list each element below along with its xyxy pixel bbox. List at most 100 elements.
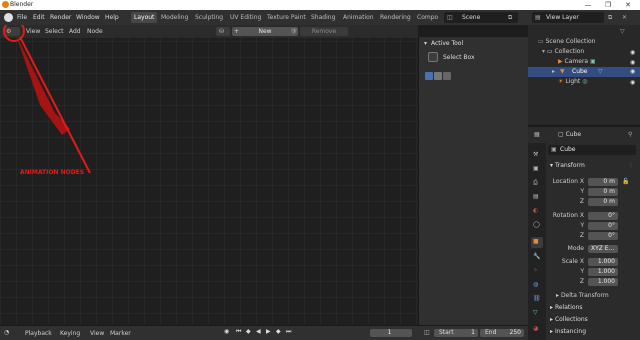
menu-view[interactable]: View bbox=[90, 327, 104, 340]
record-icon[interactable]: ◉ bbox=[224, 328, 229, 335]
jump-start-icon[interactable]: ⏮ bbox=[236, 328, 241, 336]
menu-file[interactable]: File bbox=[17, 10, 27, 25]
current-frame-field[interactable]: 1 bbox=[370, 329, 412, 337]
rotation-y-field[interactable]: 0° bbox=[588, 222, 618, 230]
menu-playback[interactable]: Playback bbox=[25, 327, 52, 340]
rotation-x-field[interactable]: 0° bbox=[588, 212, 618, 220]
material-tab-icon[interactable]: ◕ bbox=[533, 325, 538, 332]
visibility-eye-icon[interactable]: ◉ bbox=[630, 49, 635, 56]
scene-icon: ◫ bbox=[447, 14, 453, 21]
light-icon: ☀ bbox=[558, 78, 564, 85]
menu-keying[interactable]: Keying bbox=[60, 327, 80, 340]
world-tab-icon[interactable]: ◯ bbox=[533, 221, 540, 228]
remove-icon[interactable]: ✕ bbox=[622, 12, 627, 23]
output-tab-icon[interactable]: ⎙ bbox=[533, 179, 538, 187]
outliner-item-collection[interactable]: ▾ ▭ Collection bbox=[542, 47, 638, 57]
relations-panel-header[interactable]: ▸ Relations bbox=[550, 304, 583, 311]
visibility-eye-icon[interactable]: ◉ bbox=[630, 79, 635, 86]
tab-uv-editing[interactable]: UV Editing bbox=[230, 12, 261, 23]
transform-panel-header[interactable]: ▾ Transform bbox=[550, 162, 585, 169]
scale-z-field[interactable]: 1.000 bbox=[588, 278, 618, 286]
rotation-z-field[interactable]: 0° bbox=[588, 232, 618, 240]
jump-end-icon[interactable]: ⏭ bbox=[286, 328, 291, 336]
particles-tab-icon[interactable]: ⁘ bbox=[533, 267, 538, 274]
object-tab-icon: ■ bbox=[533, 238, 539, 245]
instancing-panel-header[interactable]: ▸ Instancing bbox=[550, 328, 586, 335]
next-keyframe-icon[interactable]: ◆ bbox=[276, 328, 281, 335]
copy-icon[interactable]: ⧉ bbox=[608, 12, 612, 23]
rotation-x-label: Rotation X bbox=[552, 212, 584, 219]
collections-panel-header[interactable]: ▸ Collections bbox=[550, 316, 588, 323]
play-reverse-icon[interactable]: ◀ bbox=[256, 328, 261, 335]
scale-x-field[interactable]: 1.000 bbox=[588, 258, 618, 266]
collection-label: Collection bbox=[554, 48, 585, 55]
tool-tab-icon[interactable]: ⚒ bbox=[533, 151, 538, 158]
scale-y-field[interactable]: 1.000 bbox=[588, 268, 618, 276]
tab-sculpting[interactable]: Sculpting bbox=[195, 12, 223, 23]
rotation-z-label: Z bbox=[579, 232, 584, 239]
visibility-eye-icon[interactable]: ◉ bbox=[630, 59, 635, 66]
mode-subtract-icon[interactable] bbox=[443, 72, 451, 80]
preview-range-icon[interactable]: ◫ bbox=[424, 329, 430, 336]
tab-compositing[interactable]: Compo bbox=[417, 12, 439, 23]
view-layer-header: ▤ View Layer ⧉ ✕ bbox=[528, 10, 640, 25]
outliner-item-light[interactable]: ☀ Light ◎ bbox=[558, 77, 638, 87]
prev-keyframe-icon[interactable]: ◆ bbox=[246, 328, 251, 335]
play-icon[interactable]: ▶ bbox=[266, 328, 271, 335]
outliner-item-camera[interactable]: ▶ Camera ▣ bbox=[558, 57, 638, 67]
location-x-field[interactable]: 0 m bbox=[588, 178, 618, 186]
outliner-item-cube[interactable]: ▸ ▼ Cube ▽ ◉ bbox=[528, 67, 640, 77]
visibility-eye-icon[interactable]: ◉ bbox=[630, 67, 635, 77]
delta-transform-header[interactable]: ▸ Delta Transform bbox=[556, 292, 609, 299]
tab-layout[interactable]: Layout bbox=[131, 12, 158, 23]
outliner-scene-collection[interactable]: ▭ Scene Collection bbox=[538, 37, 638, 47]
lock-icon[interactable]: 🔓 bbox=[622, 178, 629, 185]
timeline-editor-icon[interactable]: ◔ bbox=[4, 329, 9, 336]
rotation-mode-label: Mode bbox=[567, 245, 584, 252]
tab-shading[interactable]: Shading bbox=[311, 12, 335, 23]
expand-icon: ▸ bbox=[552, 68, 556, 75]
menu-edit[interactable]: Edit bbox=[33, 10, 45, 25]
properties-editor-icon[interactable]: ▦ bbox=[534, 131, 540, 138]
mode-extend-icon[interactable] bbox=[434, 72, 442, 80]
tab-texture-paint[interactable]: Texture Paint bbox=[267, 12, 306, 23]
physics-tab-icon[interactable]: ◍ bbox=[533, 281, 538, 288]
collapse-arrow-icon[interactable]: ▾ bbox=[424, 40, 427, 47]
drag-handle-icon[interactable]: ⋮ bbox=[628, 162, 634, 169]
data-tab-icon[interactable]: ▽ bbox=[533, 309, 538, 316]
menu-help[interactable]: Help bbox=[105, 10, 119, 25]
tab-modeling[interactable]: Modeling bbox=[161, 12, 188, 23]
select-box-icon[interactable] bbox=[428, 52, 438, 62]
modifier-tab-icon[interactable]: 🔧 bbox=[533, 253, 540, 260]
object-tab[interactable]: ■ bbox=[531, 237, 543, 248]
object-name-field[interactable]: ▣ Cube bbox=[548, 145, 636, 155]
mesh-object-icon: ▼ bbox=[560, 68, 565, 75]
scene-selector[interactable]: ◫ Scene ⧉ bbox=[444, 12, 518, 23]
menu-window[interactable]: Window bbox=[76, 10, 100, 25]
end-frame-field[interactable]: End 250 bbox=[480, 329, 524, 337]
location-y-field[interactable]: 0 m bbox=[588, 188, 618, 196]
mode-new-icon[interactable] bbox=[425, 72, 433, 80]
menu-render[interactable]: Render bbox=[50, 10, 71, 25]
tab-animation[interactable]: Animation bbox=[343, 12, 374, 23]
minimize-button[interactable]: — bbox=[578, 0, 598, 10]
view-layer-selector[interactable]: ▤ View Layer bbox=[532, 12, 604, 23]
close-button[interactable]: ✕ bbox=[618, 0, 638, 10]
object-name-value: Cube bbox=[560, 146, 576, 153]
scene-menu-icon[interactable]: ⧉ bbox=[508, 12, 512, 23]
render-tab-icon[interactable]: ▣ bbox=[533, 165, 539, 172]
constraints-tab-icon[interactable]: ⛓ bbox=[533, 295, 541, 302]
expand-icon: ▾ bbox=[542, 48, 546, 55]
rotation-mode-select[interactable]: XYZ E... bbox=[588, 245, 618, 253]
menu-marker[interactable]: Marker bbox=[110, 327, 131, 340]
tab-rendering[interactable]: Rendering bbox=[380, 12, 411, 23]
scene-tab-icon[interactable]: ◐ bbox=[533, 207, 538, 214]
location-z-field[interactable]: 0 m bbox=[588, 198, 618, 206]
filter-icon[interactable]: ▽ bbox=[620, 28, 625, 35]
restore-button[interactable]: ❐ bbox=[598, 0, 618, 10]
blender-menu-icon[interactable] bbox=[4, 13, 13, 22]
pin-icon[interactable]: ⚲ bbox=[628, 131, 632, 138]
start-frame-field[interactable]: Start 1 bbox=[434, 329, 478, 337]
view-layer-tab-icon[interactable]: ▤ bbox=[533, 193, 539, 200]
active-tool-title: Active Tool bbox=[431, 40, 464, 47]
